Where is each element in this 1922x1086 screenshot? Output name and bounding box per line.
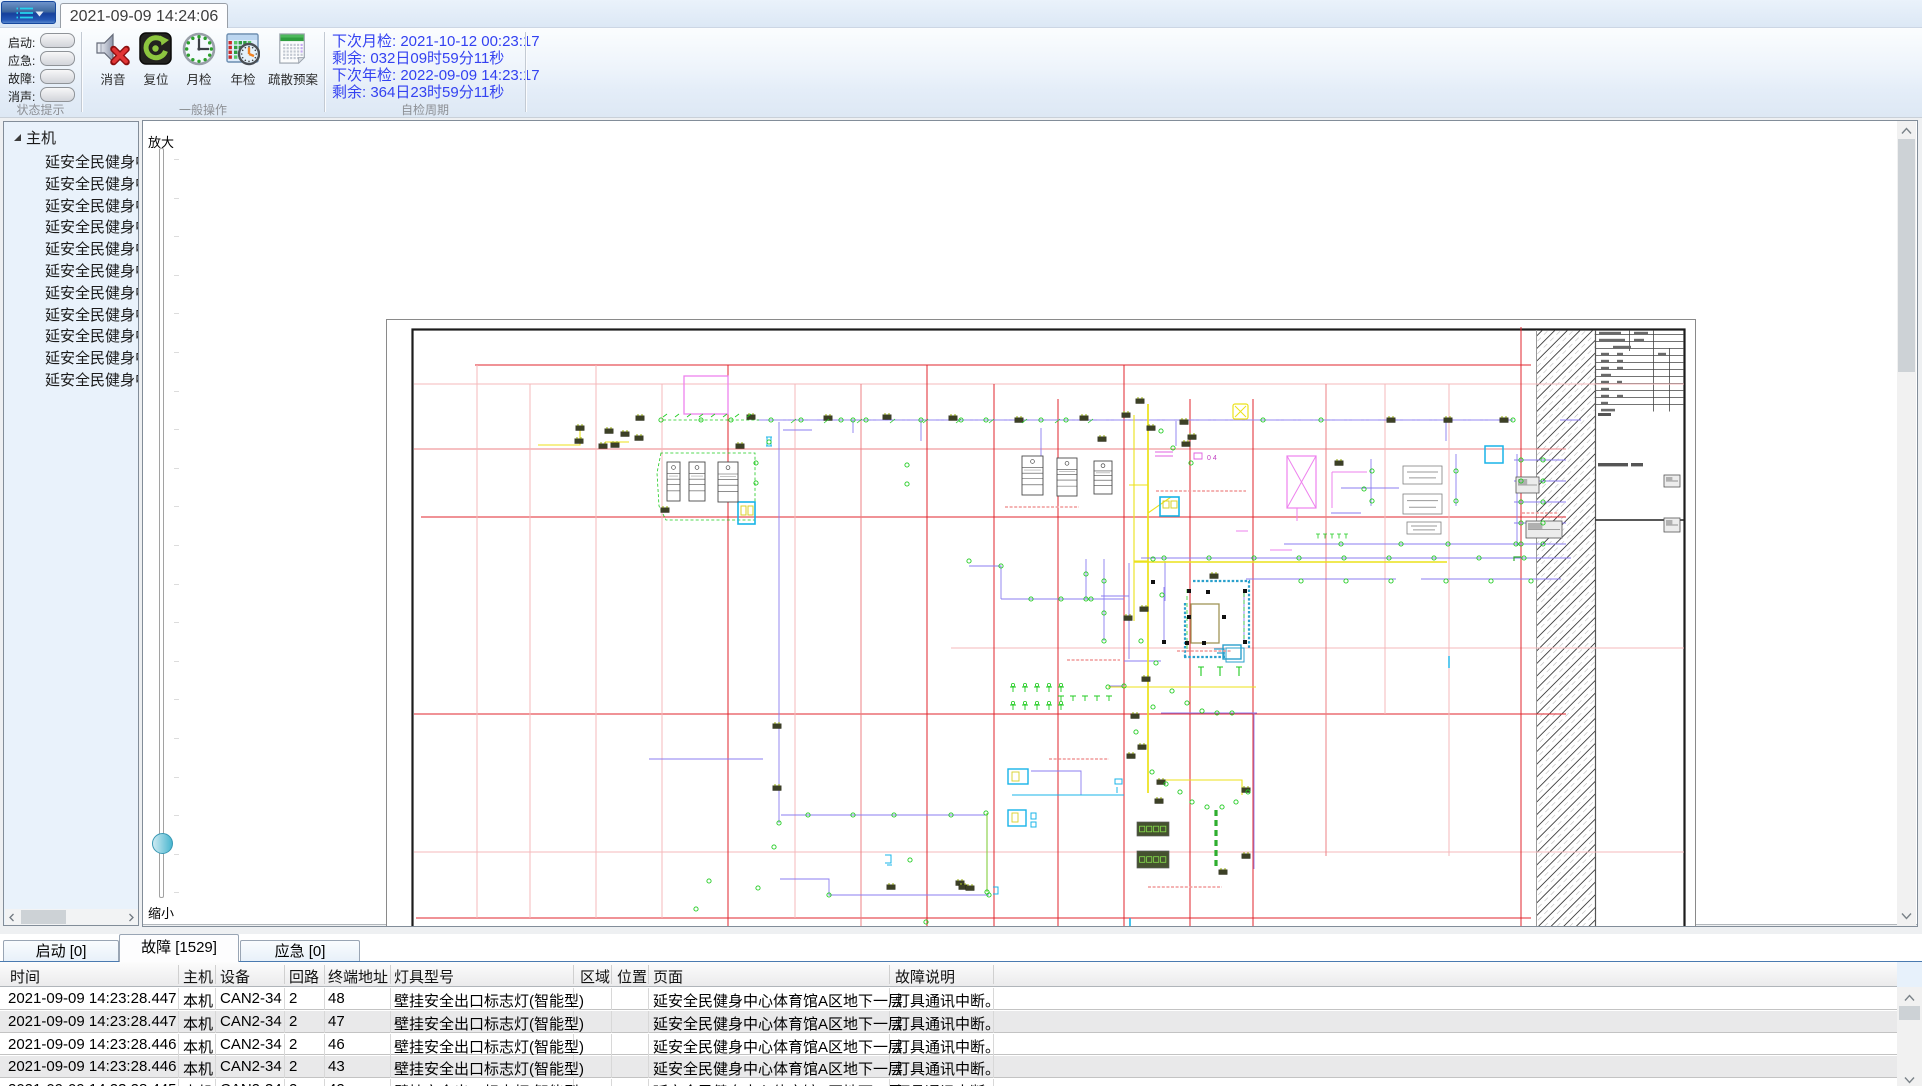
svg-text:0 4: 0 4 [1207,455,1217,462]
